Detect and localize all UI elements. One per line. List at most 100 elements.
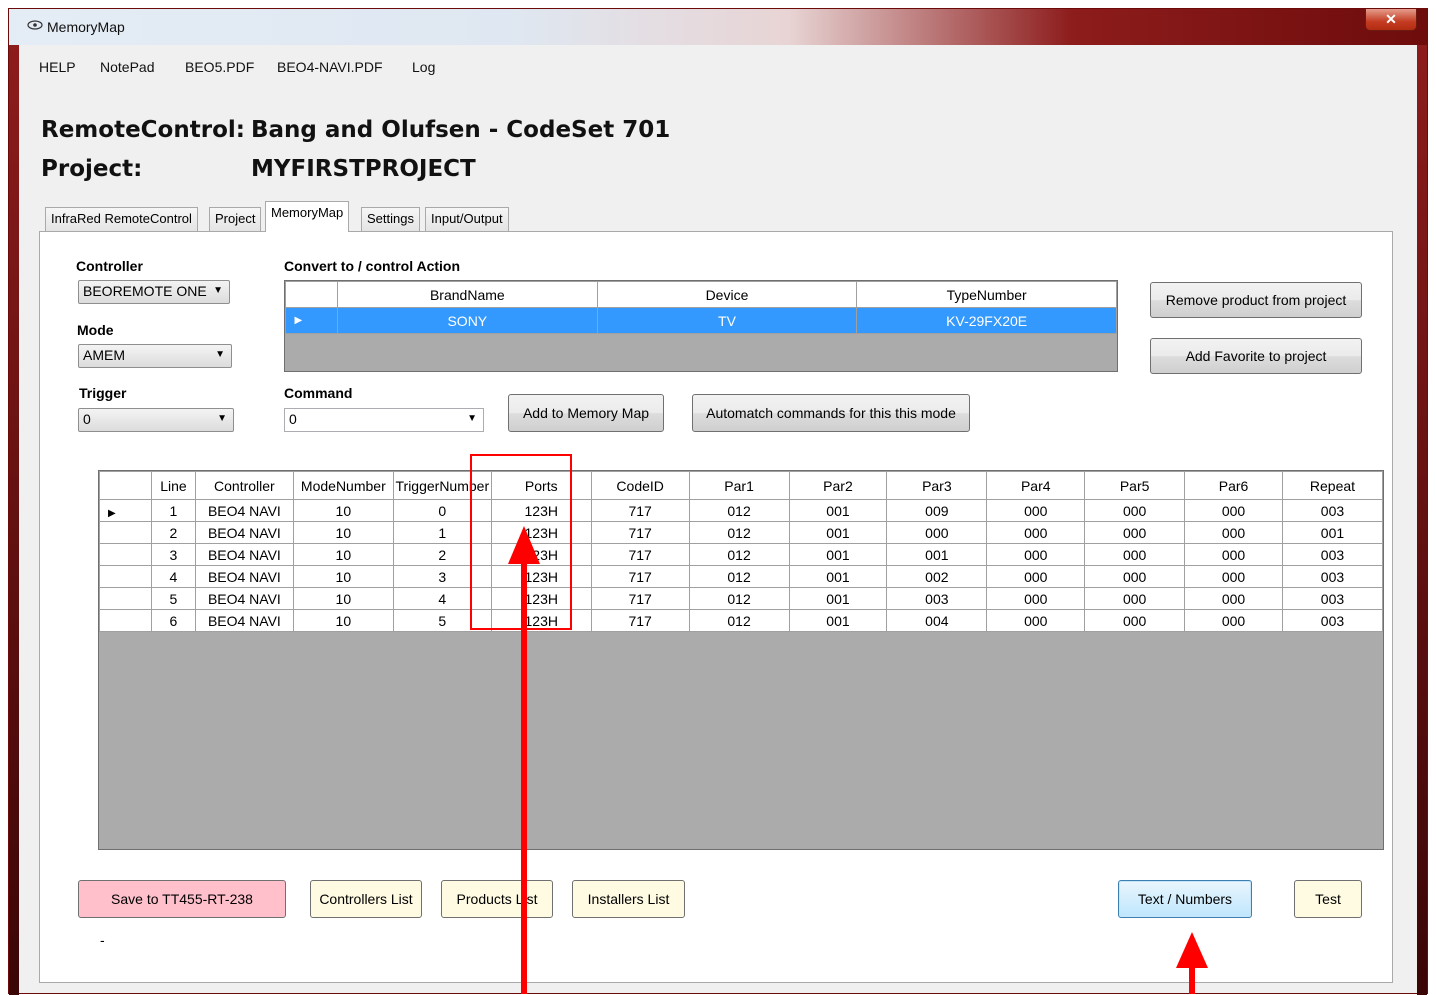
table-cell[interactable]: 000 (1084, 609, 1186, 632)
table-cell[interactable]: 000 (1184, 565, 1283, 588)
table-cell[interactable]: 012 (688, 565, 790, 588)
table-cell[interactable]: 004 (886, 609, 988, 632)
column-header-par6[interactable]: Par6 (1184, 471, 1283, 500)
remove-product-button[interactable]: Remove product from project (1150, 282, 1362, 318)
table-cell[interactable]: BEO4 NAVI (194, 587, 294, 610)
table-cell[interactable]: 717 (590, 565, 690, 588)
add-favorite-button[interactable]: Add Favorite to project (1150, 338, 1362, 374)
table-cell[interactable]: 012 (688, 609, 790, 632)
table-cell[interactable]: 000 (886, 521, 988, 544)
close-button[interactable]: ✕ (1365, 9, 1417, 31)
table-cell[interactable]: 6 (150, 609, 196, 632)
row-selector[interactable] (99, 543, 152, 566)
table-cell[interactable]: 002 (886, 565, 988, 588)
table-cell[interactable]: 1 (392, 521, 492, 544)
table-cell[interactable]: 003 (1281, 587, 1384, 610)
column-header-par3[interactable]: Par3 (886, 471, 988, 500)
controller-dropdown[interactable]: BEOREMOTE ONE ▼ (78, 280, 230, 304)
table-cell[interactable]: BEO4 NAVI (194, 521, 294, 544)
table-cell[interactable]: BEO4 NAVI (194, 565, 294, 588)
row-selector[interactable]: ▶ (285, 307, 338, 334)
tab-settings[interactable]: Settings (361, 207, 420, 231)
table-cell[interactable]: 3 (392, 565, 492, 588)
memory-map-grid[interactable]: Line Controller ModeNumber TriggerNumber… (98, 470, 1384, 850)
table-cell[interactable]: 000 (1084, 521, 1186, 544)
column-header-controller[interactable]: Controller (194, 471, 294, 500)
column-header-par5[interactable]: Par5 (1084, 471, 1186, 500)
table-cell[interactable]: 123H (490, 609, 592, 632)
table-cell[interactable]: 4 (150, 565, 196, 588)
column-header-ports[interactable]: Ports (490, 471, 592, 500)
save-to-device-button[interactable]: Save to TT455-RT-238 (78, 880, 286, 918)
table-cell[interactable]: 001 (788, 587, 888, 610)
table-cell[interactable]: 012 (688, 499, 790, 522)
table-cell[interactable]: 000 (1084, 499, 1186, 522)
automatch-button[interactable]: Automatch commands for this this mode (692, 394, 970, 432)
table-cell[interactable]: 000 (1184, 609, 1283, 632)
table-cell[interactable]: 001 (788, 499, 888, 522)
table-row[interactable]: 6 BEO4 NAVI 10 5 123H 717 012 001 004 000 000 000 00… (99, 609, 1384, 632)
table-cell[interactable]: 001 (788, 565, 888, 588)
add-to-memory-map-button[interactable]: Add to Memory Map (508, 394, 664, 432)
table-cell[interactable]: BEO4 NAVI (194, 543, 294, 566)
table-cell[interactable]: 717 (590, 499, 690, 522)
table-row[interactable]: 3 BEO4 NAVI 10 2 123H 717 012 001 001 000 000 000 00… (99, 543, 1384, 566)
column-header-typenumber[interactable]: TypeNumber (856, 281, 1117, 308)
column-header-modenumber[interactable]: ModeNumber (292, 471, 394, 500)
table-row[interactable]: 4 BEO4 NAVI 10 3 123H 717 012 001 002 000 000 000 00… (99, 565, 1384, 588)
convert-grid[interactable]: BrandName Device TypeNumber ▶ SONY TV KV… (284, 280, 1118, 372)
table-cell[interactable]: 012 (688, 543, 790, 566)
table-cell[interactable]: 001 (1281, 521, 1384, 544)
table-cell[interactable]: 000 (986, 521, 1086, 544)
table-cell[interactable]: 717 (590, 543, 690, 566)
table-cell[interactable]: 000 (1084, 565, 1186, 588)
table-cell[interactable]: 012 (688, 587, 790, 610)
menu-log[interactable]: Log (412, 59, 435, 75)
trigger-dropdown[interactable]: 0 ▼ (78, 408, 234, 432)
table-cell[interactable]: 4 (392, 587, 492, 610)
table-cell[interactable]: BEO4 NAVI (194, 499, 294, 522)
table-cell[interactable]: 000 (1084, 587, 1186, 610)
table-cell[interactable]: 2 (392, 543, 492, 566)
table-cell[interactable]: 10 (292, 609, 394, 632)
table-cell[interactable]: 717 (590, 521, 690, 544)
table-cell[interactable]: 3 (150, 543, 196, 566)
table-cell[interactable]: 10 (292, 587, 394, 610)
row-selector[interactable] (99, 587, 152, 610)
controllers-list-button[interactable]: Controllers List (310, 880, 422, 918)
menu-notepad[interactable]: NotePad (100, 59, 154, 75)
table-cell[interactable]: 003 (1281, 565, 1384, 588)
column-header-par4[interactable]: Par4 (986, 471, 1086, 500)
command-combobox[interactable]: 0 ▼ (284, 408, 484, 432)
menu-beo5-pdf[interactable]: BEO5.PDF (185, 59, 254, 75)
menu-help[interactable]: HELP (39, 59, 76, 75)
table-cell[interactable]: 000 (986, 565, 1086, 588)
table-cell[interactable]: 10 (292, 565, 394, 588)
table-cell[interactable]: 012 (688, 521, 790, 544)
column-header-codeid[interactable]: CodeID (590, 471, 690, 500)
table-cell[interactable]: 000 (986, 587, 1086, 610)
table-cell[interactable]: 123H (490, 543, 592, 566)
table-cell[interactable]: 003 (1281, 609, 1384, 632)
title-bar[interactable]: MemoryMap ✕ (9, 9, 1427, 45)
table-cell[interactable]: 001 (788, 543, 888, 566)
table-cell[interactable]: 123H (490, 565, 592, 588)
column-header-line[interactable]: Line (150, 471, 196, 500)
table-cell[interactable]: 003 (1281, 499, 1384, 522)
table-cell[interactable]: 000 (986, 543, 1086, 566)
tab-memorymap[interactable]: MemoryMap (265, 201, 350, 232)
table-row[interactable]: 2 BEO4 NAVI 10 1 123H 717 012 001 000 000 000 000 00… (99, 521, 1384, 544)
row-selector[interactable] (99, 565, 152, 588)
table-cell[interactable]: 000 (986, 609, 1086, 632)
table-cell[interactable]: 000 (1184, 499, 1283, 522)
text-numbers-button[interactable]: Text / Numbers (1118, 880, 1252, 918)
tab-infrared-remotecontrol[interactable]: InfraRed RemoteControl (45, 207, 198, 231)
table-cell[interactable]: 10 (292, 543, 394, 566)
products-list-button[interactable]: Products List (441, 880, 553, 918)
row-selector[interactable] (99, 521, 152, 544)
table-cell[interactable]: 000 (1184, 521, 1283, 544)
table-cell[interactable]: 000 (1184, 543, 1283, 566)
table-cell[interactable]: 000 (1084, 543, 1186, 566)
table-cell[interactable]: 0 (392, 499, 492, 522)
table-cell[interactable]: 009 (886, 499, 988, 522)
